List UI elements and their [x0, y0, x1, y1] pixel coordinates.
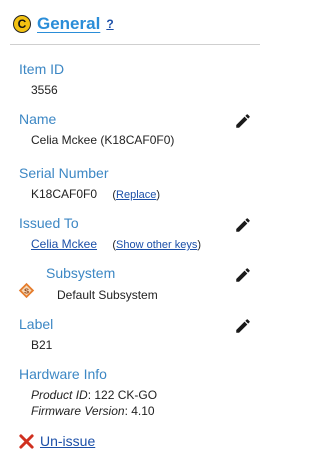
section-header: C General ?	[13, 14, 114, 34]
firmware-version-row: Firmware Version: 4.10	[31, 404, 155, 418]
help-link[interactable]: ?	[106, 17, 113, 31]
edit-issued-to-pencil-icon[interactable]	[234, 216, 252, 234]
issued-to-label: Issued To	[19, 215, 79, 231]
issued-to-link[interactable]: Celia Mckee	[31, 237, 97, 251]
item-id-value: 3556	[31, 83, 58, 97]
subsystem-icon: S	[18, 282, 35, 299]
product-id-row: Product ID: 122 CK-GO	[31, 388, 157, 402]
item-id-label: Item ID	[19, 61, 65, 77]
unissue-link[interactable]: Un-issue	[40, 433, 95, 449]
edit-subsystem-pencil-icon[interactable]	[234, 266, 252, 284]
edit-name-pencil-icon[interactable]	[234, 112, 252, 130]
serial-number-label: Serial Number	[19, 165, 109, 181]
replace-link[interactable]: Replace	[116, 189, 156, 201]
edit-label-pencil-icon[interactable]	[234, 317, 252, 335]
product-id-value: : 122 CK-GO	[87, 388, 158, 402]
copyright-icon: C	[13, 15, 31, 33]
section-title[interactable]: General	[37, 14, 100, 34]
unissue-action[interactable]: Un-issue	[19, 433, 95, 449]
serial-number-row: K18CAF0F0 (Replace)	[31, 187, 160, 201]
label-value: B21	[31, 338, 53, 352]
firmware-version-value: : 4.10	[124, 404, 155, 418]
issued-to-row: Celia Mckee (Show other keys)	[31, 237, 201, 251]
serial-number-value: K18CAF0F0	[31, 187, 98, 201]
hardware-info-label: Hardware Info	[19, 366, 107, 382]
firmware-version-key: Firmware Version	[31, 404, 125, 418]
label-label: Label	[19, 316, 54, 332]
name-value: Celia Mckee (K18CAF0F0)	[31, 133, 175, 147]
svg-text:S: S	[24, 286, 29, 295]
paren-close: )	[156, 189, 161, 201]
show-keys-group: (Show other keys)	[112, 239, 201, 251]
show-other-keys-link[interactable]: Show other keys	[116, 239, 197, 251]
paren-close: )	[197, 239, 202, 251]
name-label: Name	[19, 111, 57, 127]
subsystem-label: Subsystem	[46, 265, 116, 281]
product-id-key: Product ID	[31, 388, 88, 402]
subsystem-value: Default Subsystem	[57, 288, 158, 302]
replace-group: (Replace)	[112, 189, 160, 201]
divider	[10, 44, 260, 45]
red-x-icon[interactable]	[19, 433, 34, 449]
